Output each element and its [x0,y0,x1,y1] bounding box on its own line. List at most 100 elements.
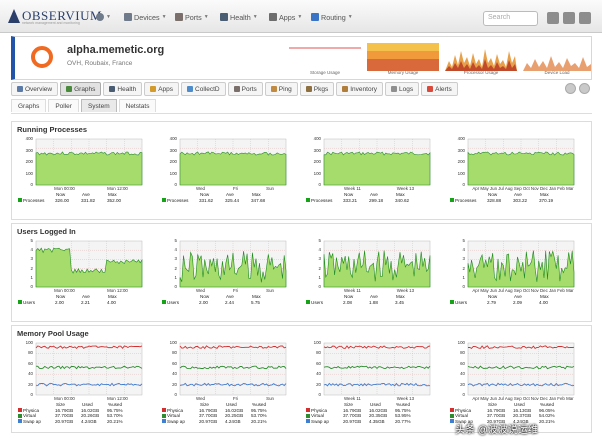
graph-2-3[interactable]: 100 80 60 40 20 0 Apr May Jun Jul Aug Sep Oct … [448,339,582,427]
y-tick-label: 60 [28,360,33,366]
subtab-system[interactable]: System [80,99,117,112]
x-axis-labels: Mon 00:00 Mon 12:00 [38,396,144,401]
legend-swatch [162,413,166,418]
storage-usage-minigraph[interactable] [287,41,363,73]
tab-collectd[interactable]: CollectD [181,82,226,96]
legend-swatch [450,413,454,418]
refresh-icon[interactable] [565,83,576,94]
processor-usage-minigraph[interactable] [443,41,519,73]
legend-series-name: Swap ap [311,418,329,424]
search-input[interactable]: Search [483,11,538,26]
graph-2-2[interactable]: 100 80 60 40 20 0 Week 11 Week 13 Size Used %used P… [304,339,438,427]
legend-swatch [162,198,166,203]
x-tick-label: Mon 12:00 [107,186,128,191]
y-tick-label: 2 [174,265,177,271]
section-title: Users Logged In [17,227,76,236]
y-tick-label: 0 [462,182,465,187]
legend-series-name: Swap ap [23,418,41,424]
graph-1-3[interactable]: 5 4 3 2 1 0 Apr May Jun Jul Aug Sep Oct Nov De… [448,237,582,325]
tab-alerts[interactable]: Alerts [421,82,458,96]
tab-label: Logs [399,85,414,93]
nav-devices[interactable]: Devices ▼ [124,9,167,25]
subtab-netstats[interactable]: Netstats [118,99,157,112]
graph-0-2[interactable]: 400 300 200 100 0 Week 11 Week 13 Now Ave Max Proc… [304,135,438,223]
graph-subtabs: Graphs Poller System Netstats [11,99,592,114]
y-tick-label: 5 [462,238,465,243]
y-tick-label: 5 [318,238,321,243]
user-icon[interactable] [563,12,575,24]
legend-value: 303.22 [513,197,528,203]
chevron-down-icon: ▼ [297,14,303,20]
ports-icon [175,13,183,21]
device-load-minigraph[interactable] [521,41,593,73]
tab-pkgs[interactable]: Pkgs [299,82,335,96]
legend-swatch [450,198,454,203]
memory-usage-minigraph[interactable] [365,41,441,73]
y-tick-label: 80 [460,350,465,356]
graph-0-3[interactable]: 400 300 200 100 0 Apr May Jun Jul Aug Sep Oct… [448,135,582,223]
legend-series-name: Users [23,299,35,305]
chevron-down-icon: ▼ [203,14,209,20]
graph-plot [323,342,431,396]
graph-legend: Now Ave Max Processes 328.88 303.22 370.19 [450,192,566,203]
legend-swatch [162,419,166,424]
x-tick-label: Mon 00:00 [54,288,75,293]
tab-label: Pkgs [313,85,329,93]
legend-row: Users 2.00 2.44 5.75 [162,300,278,306]
settings-icon[interactable] [547,12,559,24]
logout-icon[interactable] [579,12,591,24]
device-header: alpha.memetic.org OVH, Roubaix, France S… [11,36,592,80]
tab-overview[interactable]: Overview [11,82,59,96]
tab-ping[interactable]: Ping [264,82,298,96]
y-tick-label: 400 [25,136,33,141]
settings-icon[interactable] [579,83,590,94]
y-tick-label: 100 [25,170,33,176]
y-tick-label: 4 [462,247,465,253]
legend-swatch [450,408,454,413]
chevron-down-icon: ▼ [106,14,111,20]
y-tick-label: 40 [460,371,465,377]
legend-swatch [306,408,310,413]
storage-usage-label: Storage Usage [309,70,341,75]
graph-1-2[interactable]: 5 4 3 2 1 0 Week 11 Week 13 Now Ave Max Users 2.08 1.… [304,237,438,325]
nav-ports[interactable]: Ports ▼ [175,9,209,25]
nav-apps[interactable]: Apps ▼ [269,9,302,25]
tab-health[interactable]: Health [103,82,143,96]
legend-value: 370.19 [539,197,554,203]
device-location: OVH, Roubaix, France [67,60,133,67]
x-axis-labels: Week 11 Week 13 [326,288,432,293]
observium-logo[interactable]: OBSERVIUM network management and monitor… [8,7,102,27]
subtab-poller[interactable]: Poller [48,99,79,112]
graph-1-0[interactable]: 5 4 3 2 1 0 Mon 00:00 Mon 12:00 Now Ave Max Users 2.… [16,237,150,325]
y-tick-label: 40 [316,371,321,377]
memory-usage-label: Memory Usage [387,70,419,75]
subtab-graphs[interactable]: Graphs [11,99,47,112]
graph-2-0[interactable]: 100 80 60 40 20 0 Mon 00:00 Mon 12:00 Size Used %u… [16,339,150,427]
tab-logs[interactable]: Logs [385,82,420,96]
y-tick-label: 0 [174,182,177,187]
legend-value: 20.21% [107,418,123,424]
graph-legend: Now Ave Max Processes 331.62 325.44 347.68 [162,192,278,203]
graph-1-1[interactable]: 5 4 3 2 1 0 Wed Fri Sun Now Ave Max Users 2.00 2.44 5.7… [160,237,294,325]
nav-routing[interactable]: Routing ▼ [311,9,353,25]
eye-menu[interactable]: ▼ [96,9,111,25]
processes-series [179,151,287,186]
graph-0-1[interactable]: 400 300 200 100 0 Wed Fri Sun Now Ave Max Processes… [160,135,294,223]
x-axis-labels: Wed Fri Sun [182,396,288,401]
device-hostname[interactable]: alpha.memetic.org [67,44,164,56]
y-tick-label: 0 [318,284,321,289]
legend-value: 2.08 [343,299,352,305]
graph-plot [179,240,287,288]
tab-graphs[interactable]: Graphs [60,82,102,96]
graph-2-1[interactable]: 100 80 60 40 20 0 Wed Fri Sun Size Used %used Physic… [160,339,294,427]
legend-series-name: Users [455,299,467,305]
x-tick-label: Sun [266,288,274,293]
graph-0-0[interactable]: 400 300 200 100 0 Mon 00:00 Mon 12:00 Now Ave Max… [16,135,150,223]
tab-inventory[interactable]: Inventory [336,82,383,96]
y-tick-label: 100 [313,170,321,176]
tab-ports[interactable]: Ports [227,82,263,96]
tab-apps[interactable]: Apps [144,82,180,96]
nav-health[interactable]: Health ▼ [220,9,258,25]
y-tick-label: 5 [174,238,177,243]
eye-icon [96,13,104,21]
